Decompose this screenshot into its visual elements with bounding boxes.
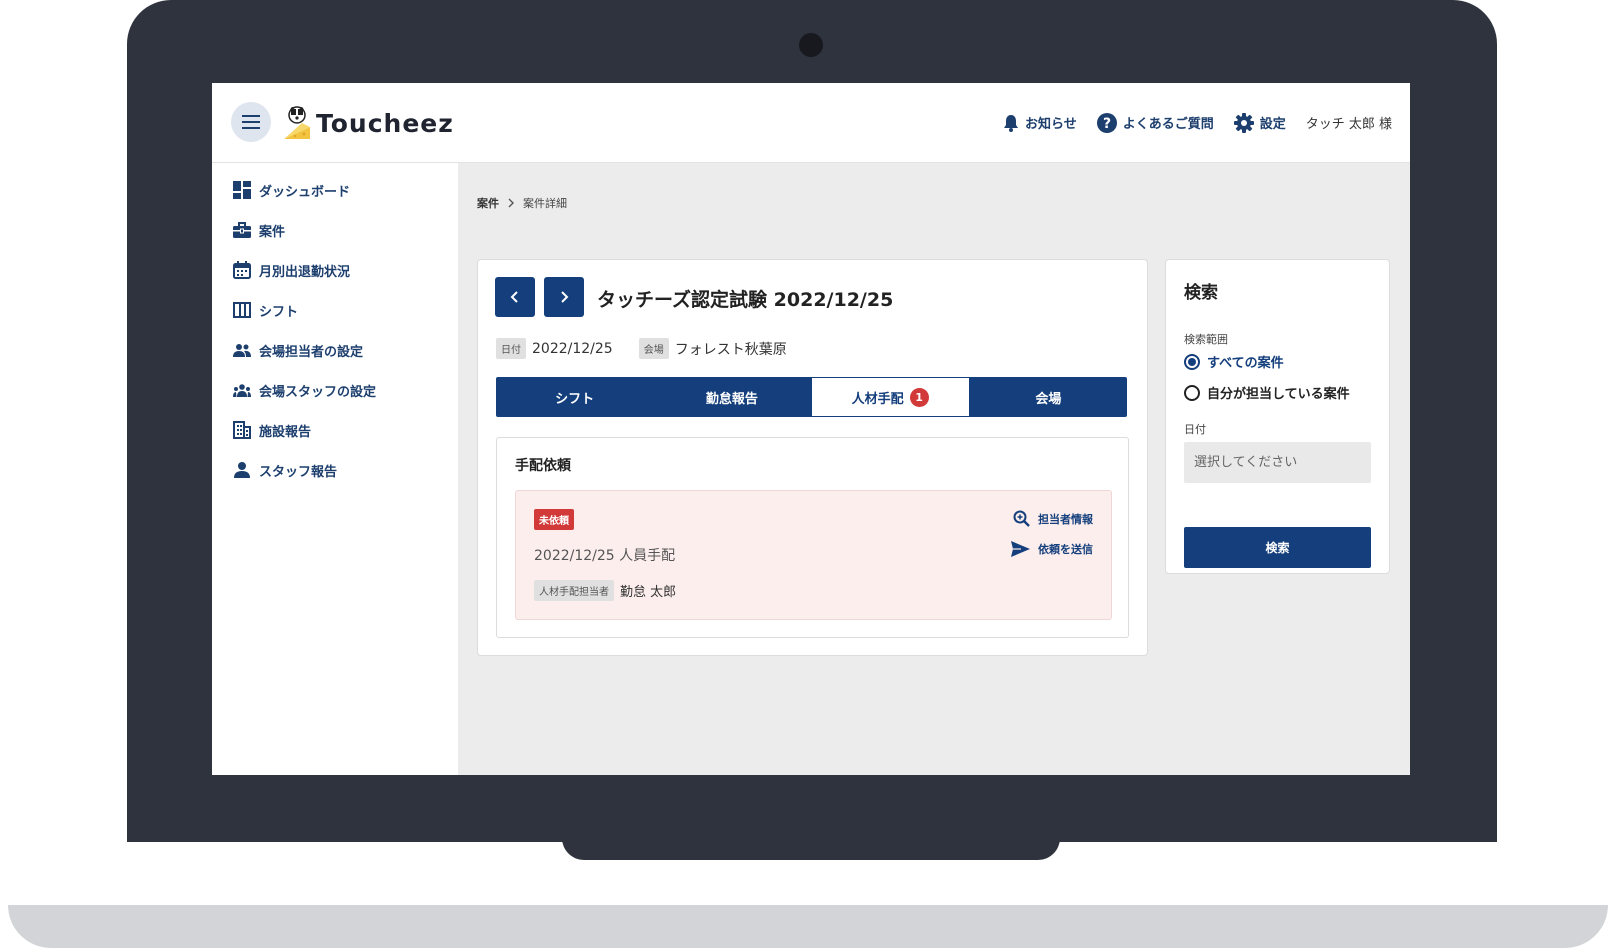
bell-icon — [1003, 114, 1018, 132]
sidebar-item-label: ダッシュボード — [259, 184, 351, 200]
zoom-search-icon — [1013, 510, 1030, 527]
dashboard-icon — [233, 181, 251, 199]
manager-info-label: 担当者情報 — [1038, 512, 1093, 526]
sidebar-item-label: シフト — [259, 304, 299, 320]
chevron-left-icon — [510, 291, 518, 303]
chevron-right-icon — [508, 198, 514, 208]
sidebar-item-shift[interactable]: シフト — [233, 299, 298, 321]
radio-unselected-icon[interactable] — [1184, 384, 1200, 401]
next-case-button[interactable] — [544, 277, 584, 317]
sidebar-item-label: 案件 — [259, 224, 286, 240]
sidebar-item-label: スタッフ報告 — [259, 464, 338, 480]
laptop-notch — [562, 836, 1060, 860]
case-venue: フォレスト秋葉原 — [674, 341, 787, 358]
date-tag: 日付 — [496, 338, 526, 359]
tab-label: 会場 — [1035, 391, 1062, 407]
laptop-camera — [799, 33, 823, 57]
logo-text: Toucheez — [316, 108, 454, 138]
tab-staffing[interactable]: 人材手配 1 — [810, 377, 970, 417]
notification-badge: 1 — [909, 387, 929, 407]
person-icon — [234, 462, 250, 478]
sidebar-item-cases[interactable]: 案件 — [233, 219, 285, 241]
tab-venue[interactable]: 会場 — [970, 377, 1127, 417]
person-tag: 人材手配担当者 — [534, 580, 614, 601]
app-logo[interactable]: Toucheez — [282, 101, 454, 145]
user-name: タッチ 太郎 様 — [1305, 117, 1392, 132]
date-label: 日付 — [1184, 423, 1206, 436]
send-icon — [1011, 541, 1030, 557]
request-date: 2022/12/25 人員手配 — [534, 548, 676, 564]
tab-label: 人材手配 — [851, 391, 904, 407]
faq-label: よくあるご質問 — [1122, 117, 1214, 132]
search-panel: 検索 検索範囲 すべての案件 自分が担当している案件 日付 検索 — [1165, 259, 1390, 574]
notice-link[interactable]: お知らせ — [1003, 113, 1077, 132]
tab-label: 勤怠報告 — [705, 391, 758, 407]
scope-option-all[interactable]: すべての案件 — [1184, 352, 1284, 371]
scope-option-label: 自分が担当している案件 — [1207, 387, 1350, 402]
sidebar-item-monthly-attendance[interactable]: 月別出退勤状況 — [233, 259, 350, 281]
help-icon: ? — [1096, 112, 1117, 133]
case-detail-card: タッチーズ認定試験 2022/12/25 日付 2022/12/25 会場 フォ… — [477, 259, 1148, 656]
radio-selected-icon[interactable] — [1184, 353, 1200, 370]
hamburger-icon — [242, 115, 260, 129]
prev-case-button[interactable] — [495, 277, 535, 317]
sidebar-item-facility-report[interactable]: 施設報告 — [233, 419, 311, 441]
sidebar-item-label: 施設報告 — [259, 424, 312, 440]
people-icon — [233, 344, 251, 357]
app-header: Toucheez お知らせ ? よくあるご質問 設定 タッチ 太郎 様 — [212, 83, 1410, 163]
sidebar-item-staff-report[interactable]: スタッフ報告 — [233, 459, 337, 481]
app-screen: Toucheez お知らせ ? よくあるご質問 設定 タッチ 太郎 様 ダッシュ… — [212, 83, 1410, 775]
scope-option-label: すべての案件 — [1207, 356, 1284, 371]
manager-info-link[interactable]: 担当者情報 — [1013, 510, 1093, 527]
sidebar-item-label: 月別出退勤状況 — [259, 264, 351, 280]
case-tabs: シフト 勤怠報告 人材手配 1 会場 — [496, 377, 1127, 417]
case-meta: 日付 2022/12/25 会場 フォレスト秋葉原 — [496, 338, 787, 359]
request-person: 人材手配担当者 勤怠 太郎 — [534, 580, 676, 601]
sidebar: ダッシュボード 案件 月別出退勤状況 シフト 会場担当者の設定 会場スタッフの設… — [212, 163, 458, 775]
gear-icon — [1233, 112, 1254, 133]
group-icon — [233, 384, 251, 397]
columns-icon — [233, 302, 251, 318]
sidebar-item-venue-manager[interactable]: 会場担当者の設定 — [233, 339, 363, 361]
header-nav: お知らせ ? よくあるご質問 設定 タッチ 太郎 様 — [1003, 83, 1392, 162]
scope-option-mine[interactable]: 自分が担当している案件 — [1184, 383, 1350, 402]
case-title: タッチーズ認定試験 2022/12/25 — [597, 289, 894, 311]
sidebar-item-label: 会場担当者の設定 — [259, 344, 364, 360]
status-badge: 未依頼 — [534, 509, 574, 530]
date-field[interactable] — [1184, 442, 1371, 483]
person-name: 勤怠 太郎 — [620, 585, 677, 600]
staffing-request-section: 手配依頼 未依頼 2022/12/25 人員手配 人材手配担当者 勤怠 太郎 担… — [496, 437, 1129, 638]
building-icon — [233, 421, 251, 439]
user-menu[interactable]: タッチ 太郎 様 — [1306, 113, 1392, 132]
venue-tag: 会場 — [638, 338, 669, 359]
send-request-label: 依頼を送信 — [1038, 543, 1093, 556]
tab-shift[interactable]: シフト — [496, 377, 653, 417]
section-title: 手配依頼 — [515, 458, 571, 474]
faq-link[interactable]: ? よくあるご質問 — [1096, 112, 1214, 133]
logo-dog-cheese-icon — [284, 106, 310, 139]
sidebar-item-label: 会場スタッフの設定 — [259, 384, 377, 400]
settings-label: 設定 — [1259, 117, 1286, 132]
case-date: 2022/12/25 — [532, 340, 613, 357]
sidebar-item-dashboard[interactable]: ダッシュボード — [233, 179, 350, 201]
chevron-right-icon — [561, 291, 569, 303]
breadcrumb-current: 案件詳細 — [523, 197, 567, 210]
send-request-link[interactable]: 依頼を送信 — [1011, 541, 1093, 557]
breadcrumb-root[interactable]: 案件 — [477, 195, 499, 211]
notice-label: お知らせ — [1024, 117, 1077, 132]
settings-link[interactable]: 設定 — [1233, 112, 1286, 133]
laptop-base — [8, 905, 1608, 948]
tab-label: シフト — [555, 391, 595, 407]
svg-text:?: ? — [1103, 116, 1111, 132]
request-item: 未依頼 2022/12/25 人員手配 人材手配担当者 勤怠 太郎 担当者情報 — [515, 490, 1112, 620]
tab-attendance[interactable]: 勤怠報告 — [653, 377, 810, 417]
sidebar-item-venue-staff[interactable]: 会場スタッフの設定 — [233, 379, 376, 401]
search-title: 検索 — [1184, 283, 1218, 303]
calendar-icon — [233, 261, 251, 279]
menu-button[interactable] — [231, 102, 271, 142]
briefcase-icon — [233, 222, 251, 238]
breadcrumb: 案件 案件詳細 — [477, 195, 567, 211]
scope-label: 検索範囲 — [1184, 333, 1228, 346]
search-button[interactable]: 検索 — [1184, 527, 1371, 568]
